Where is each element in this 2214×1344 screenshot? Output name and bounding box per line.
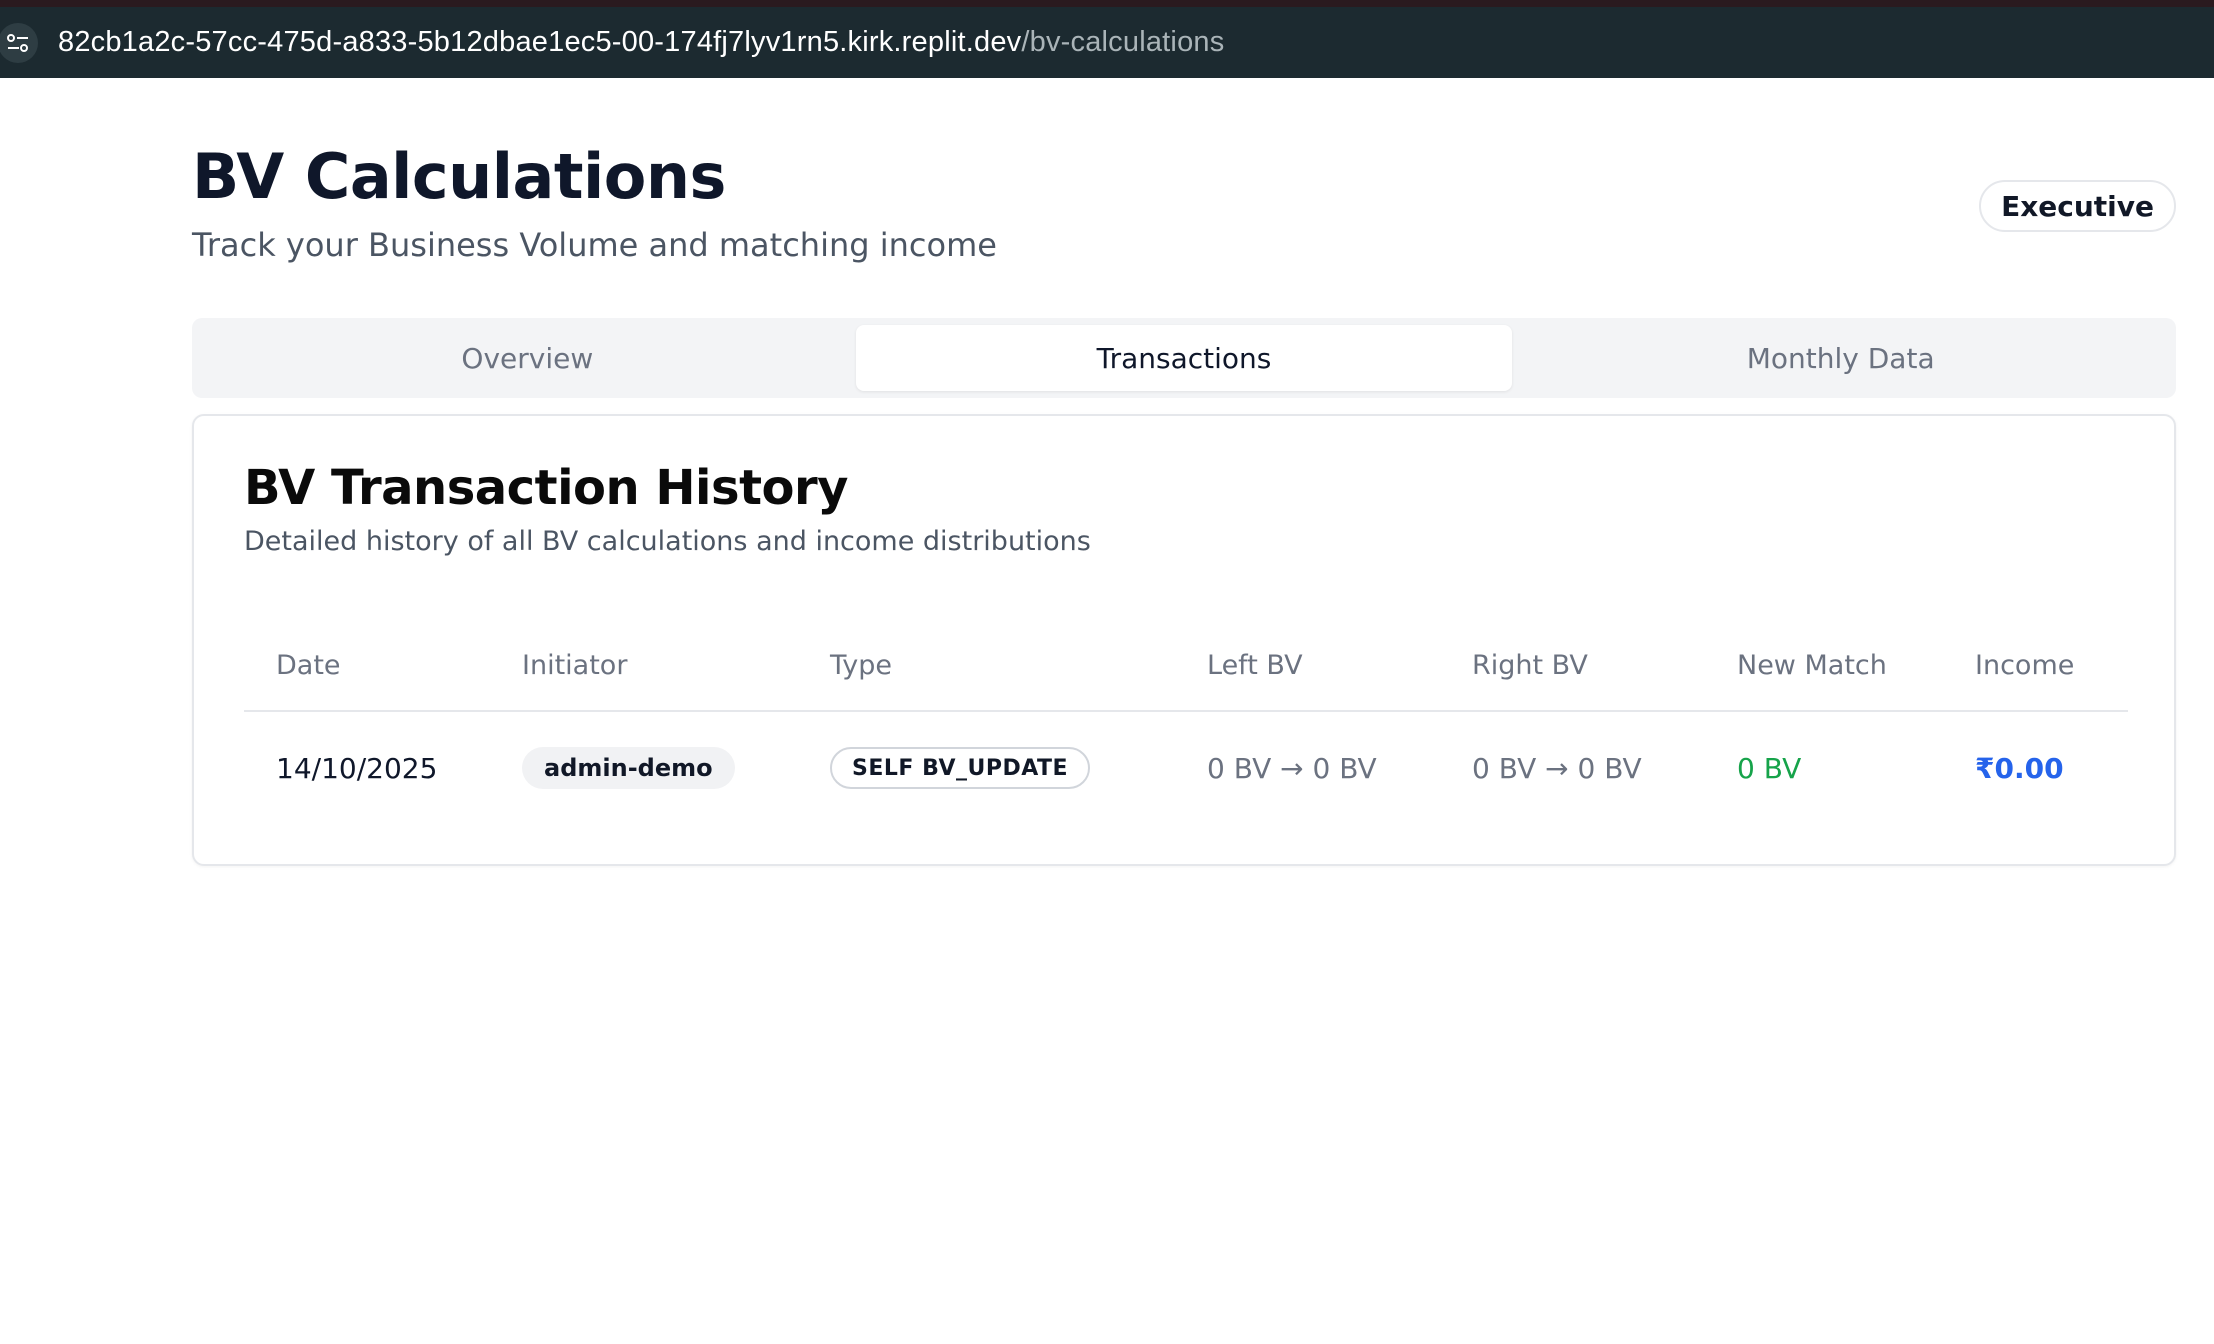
site-settings-icon[interactable] bbox=[0, 22, 38, 63]
cell-new-match: 0 BV bbox=[1737, 751, 1802, 785]
browser-address-bar: 82cb1a2c-57cc-475d-a833-5b12dbae1ec5-00-… bbox=[0, 0, 2214, 78]
cell-initiator: admin-demo bbox=[522, 746, 735, 790]
table-row: 14/10/2025 admin-demo SELF BV_UPDATE 0 B… bbox=[244, 712, 2128, 822]
cell-left-bv: 0 BV → 0 BV bbox=[1207, 751, 1377, 785]
type-badge: SELF BV_UPDATE bbox=[830, 747, 1091, 789]
initiator-badge: admin-demo bbox=[522, 747, 735, 789]
column-header-right-bv: Right BV bbox=[1472, 650, 1588, 681]
url-text[interactable]: 82cb1a2c-57cc-475d-a833-5b12dbae1ec5-00-… bbox=[58, 26, 1224, 59]
transactions-table: Date Initiator Type Left BV Right BV New… bbox=[244, 626, 2128, 822]
cell-right-bv: 0 BV → 0 BV bbox=[1472, 751, 1642, 785]
cell-type: SELF BV_UPDATE bbox=[830, 746, 1091, 790]
tab-transactions[interactable]: Transactions bbox=[855, 325, 1513, 391]
column-header-new-match: New Match bbox=[1737, 650, 1887, 681]
tab-overview[interactable]: Overview bbox=[199, 325, 856, 391]
tab-list: Overview Transactions Monthly Data bbox=[192, 318, 2176, 398]
page-subtitle: Track your Business Volume and matching … bbox=[192, 226, 997, 264]
tab-monthly-data[interactable]: Monthly Data bbox=[1512, 325, 2169, 391]
table-header: Date Initiator Type Left BV Right BV New… bbox=[244, 626, 2128, 712]
page-title: BV Calculations bbox=[192, 140, 726, 213]
url-path: /bv-calculations bbox=[1021, 26, 1225, 58]
url-host: 82cb1a2c-57cc-475d-a833-5b12dbae1ec5-00-… bbox=[58, 26, 1022, 58]
rank-badge: Executive bbox=[1979, 180, 2176, 232]
transaction-history-card: BV Transaction History Detailed history … bbox=[192, 414, 2176, 866]
column-header-date: Date bbox=[276, 650, 341, 681]
card-subtitle: Detailed history of all BV calculations … bbox=[244, 526, 1091, 557]
column-header-type: Type bbox=[830, 650, 893, 681]
card-title: BV Transaction History bbox=[244, 460, 848, 516]
column-header-left-bv: Left BV bbox=[1207, 650, 1303, 681]
column-header-initiator: Initiator bbox=[522, 650, 628, 681]
column-header-income: Income bbox=[1975, 650, 2075, 681]
cell-income: ₹0.00 bbox=[1975, 751, 2064, 785]
cell-date: 14/10/2025 bbox=[276, 751, 438, 785]
